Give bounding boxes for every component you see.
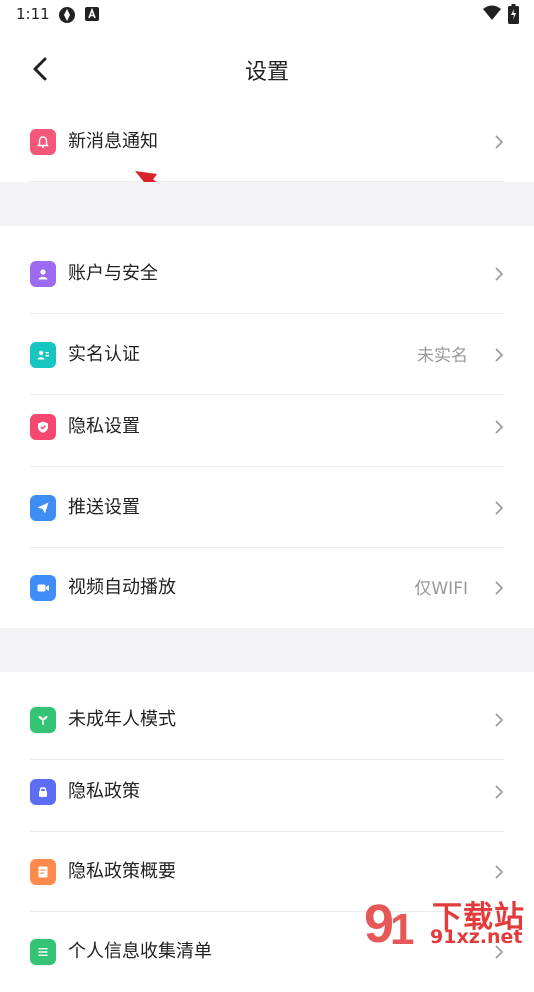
chevron-right-icon [495,865,504,879]
setting-label: 隐私设置 [68,416,140,437]
status-time: 1:11 [16,5,50,23]
chevron-right-icon [495,713,504,727]
chevron-right-icon [495,420,504,434]
settings-group-1: 新消息通知 [0,102,534,182]
divider [30,313,504,314]
setting-label: 隐私政策 [68,781,140,802]
setting-label: 未成年人模式 [68,709,176,730]
setting-row-push-settings[interactable]: 推送设置 [0,468,534,548]
battery-icon [508,4,519,24]
watermark: 9 1 下载站 91xz.net [362,890,532,954]
setting-label: 隐私政策概要 [68,861,176,882]
list-icon [30,939,56,965]
page-title: 设置 [244,60,289,85]
video-icon [30,575,56,601]
setting-row-real-name[interactable]: 实名认证 未实名 [0,315,534,395]
chevron-right-icon [495,501,504,515]
setting-label: 推送设置 [68,497,140,518]
shield-icon [30,414,56,440]
app-notification-icon [59,7,75,23]
divider [30,466,504,467]
setting-value: 仅WIFI [414,579,468,599]
setting-row-new-message-notification[interactable]: 新消息通知 [0,102,534,182]
svg-text:1: 1 [390,905,414,950]
a-notification-icon [85,7,99,21]
sprout-icon [30,707,56,733]
setting-label: 新消息通知 [68,131,158,152]
chevron-right-icon [495,135,504,149]
setting-row-account-security[interactable]: 账户与安全 [0,234,534,314]
setting-row-privacy-settings[interactable]: 隐私设置 [0,387,534,467]
chevron-right-icon [495,348,504,362]
bell-icon [30,129,56,155]
document-icon [30,859,56,885]
setting-row-privacy-policy[interactable]: 隐私政策 [0,752,534,832]
chevron-right-icon [495,785,504,799]
app-header: 设置 [0,36,534,102]
id-card-icon [30,342,56,368]
setting-row-video-autoplay[interactable]: 视频自动播放 仅WIFI [0,548,534,628]
chevron-right-icon [495,267,504,281]
setting-label: 个人信息收集清单 [68,941,212,962]
wifi-icon [483,5,501,20]
setting-row-minor-mode[interactable]: 未成年人模式 [0,680,534,760]
watermark-url: 91xz.net [430,926,523,948]
section-gap [0,628,534,672]
send-icon [30,495,56,521]
setting-label: 实名认证 [68,344,140,365]
user-icon [30,261,56,287]
lock-icon [30,779,56,805]
setting-value: 未实名 [417,346,468,366]
setting-label: 视频自动播放 [68,577,176,598]
settings-group-2: 账户与安全 实名认证 未实名 隐私设置 推送设置 视频自动播放 仅WIFI [0,226,534,628]
chevron-right-icon [495,581,504,595]
status-bar: 1:11 [0,0,534,28]
setting-label: 账户与安全 [68,263,158,284]
section-gap [0,182,534,226]
